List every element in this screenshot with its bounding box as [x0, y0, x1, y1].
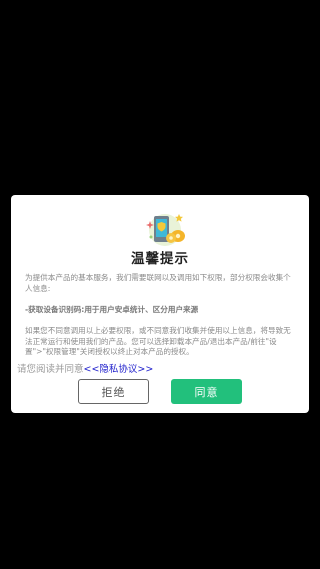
- permission-item-text: -获取设备识别码:用于用户安卓统计、区分用户来源: [25, 305, 199, 314]
- privacy-dialog: 温馨提示 为提供本产品的基本服务，我们需要联网以及调用如下权限，部分权限会收集个…: [11, 195, 309, 413]
- intro-text: 为提供本产品的基本服务，我们需要联网以及调用如下权限，部分权限会收集个人信息:: [25, 273, 291, 293]
- privacy-policy-link[interactable]: <<隐私协议>>: [84, 364, 154, 375]
- notice-text: 如果您不同意调用以上必要权限，或不同意我们收集并使用以上信息，将导致无法正常运行…: [25, 326, 291, 357]
- screen-overlay: 温馨提示 为提供本产品的基本服务，我们需要联网以及调用如下权限，部分权限会收集个…: [0, 0, 320, 569]
- agree-line: 请您阅读并同意<<隐私协议>>: [17, 361, 153, 375]
- accept-button[interactable]: 同意: [171, 379, 242, 404]
- reject-button[interactable]: 拒绝: [78, 379, 149, 404]
- agree-prefix-text: 请您阅读并同意: [17, 364, 84, 375]
- phone-shield-illustration-icon: [146, 214, 185, 246]
- dialog-title: 温馨提示: [131, 251, 189, 267]
